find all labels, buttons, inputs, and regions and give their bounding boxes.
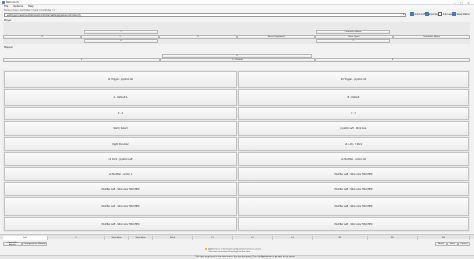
- face-open-button[interactable]: Face Open: [315, 35, 393, 39]
- row2-btn-2[interactable]: 1: [81, 35, 159, 39]
- mapping-right-9[interactable]: Modifier Left - Stick Axis TOUCHED: [238, 197, 469, 216]
- tab-8[interactable]: L3: [273, 235, 313, 240]
- mapping-left-5[interactable]: Right Shoulder: [4, 137, 237, 151]
- app-icon: [1, 1, 5, 4]
- row2-btn-1[interactable]: 0: [3, 35, 81, 39]
- chevron-down-icon[interactable]: ▾: [403, 13, 404, 16]
- status-text: Click here to go back to the main menu. …: [195, 256, 296, 259]
- player-select-button[interactable]: 1: [84, 30, 158, 34]
- minimize-icon[interactable]: –: [452, 1, 457, 5]
- mapping-left-9[interactable]: Modifier Left - Stick Axis TOUCHED: [4, 197, 237, 216]
- mapping-left-8[interactable]: Modifier Left - Stick Axis TOUCHED: [4, 182, 237, 196]
- mapping-right-3[interactable]: Y - Y: [238, 107, 469, 120]
- warning-icon: [205, 248, 208, 251]
- mapper-top-button[interactable]: 0: [162, 54, 312, 58]
- tab-11[interactable]: R3: [418, 235, 470, 240]
- mapping-left-6[interactable]: L3 Click - Joystick Left: [4, 152, 237, 166]
- tab-3[interactable]: Stick Axis: [105, 235, 129, 240]
- mapping-right-8[interactable]: Modifier Left - Stick Axis TOUCHED: [238, 182, 469, 196]
- window-title: RetroArch: [6, 1, 19, 4]
- controller-name-button-2[interactable]: Controller Name: [393, 35, 470, 39]
- mapping-left-10[interactable]: Modifier Left - Stick Axis TOUCHED: [4, 217, 237, 231]
- mapper-default-button[interactable]: 0 - Default: [160, 58, 315, 62]
- tab-1[interactable]: Left: [3, 235, 48, 240]
- status-bar: Click here to go back to the main menu. …: [0, 255, 474, 259]
- tab-bar: Left 1 Stick Axis Stick Axis Stick L1 L2…: [0, 234, 474, 240]
- player-panel: [3, 22, 470, 44]
- controller-name-button[interactable]: Controller Name: [316, 30, 390, 34]
- reset-button[interactable]: Reset: [435, 241, 447, 246]
- tab-6[interactable]: L1: [193, 235, 233, 240]
- path-input[interactable]: settings/cores/input/retropad/controller…: [4, 12, 406, 17]
- mapping-right-1[interactable]: R1 Trigger - Joystick Alt: [238, 71, 469, 88]
- mapping-right-6[interactable]: L1 Modifier - Action Alt: [238, 152, 469, 166]
- mapper-right-button[interactable]: 0: [315, 58, 470, 62]
- row2-btn-3[interactable]: 0: [159, 35, 237, 39]
- tab-10[interactable]: R2: [368, 235, 418, 240]
- mapping-left-2[interactable]: A - Default A: [4, 89, 237, 106]
- tab-2[interactable]: 1: [48, 235, 105, 240]
- configuration-manual-button[interactable]: Configuration Manual: [22, 241, 47, 246]
- row2b-btn-2[interactable]: 1: [316, 39, 390, 43]
- mapper-left-button[interactable]: 0: [3, 58, 160, 62]
- mapping-right-7[interactable]: Modifier Left - Stick Axis TOUCHED: [238, 167, 469, 181]
- save-status-checkbox[interactable]: Save Status: [452, 12, 470, 17]
- menu-bar: File Options Help: [0, 5, 474, 9]
- mapping-left-7[interactable]: L2 Modifier - Action 1: [4, 167, 237, 181]
- save-button[interactable]: Save: [447, 241, 458, 246]
- notice-line-2[interactable]: Click here to access all settings for th…: [208, 251, 250, 253]
- select-keyboard-button[interactable]: Select Keyboard: [237, 35, 315, 39]
- tab-7[interactable]: L2: [233, 235, 273, 240]
- path-row: settings/cores/input/retropad/controller…: [4, 12, 474, 17]
- tab-9[interactable]: R1: [313, 235, 368, 240]
- mapping-right-10[interactable]: Modifier Left - Stick Axis TOUCHED: [238, 217, 469, 231]
- mapping-left-4[interactable]: Start / Select: [4, 121, 237, 136]
- tab-4[interactable]: Stick Axis: [129, 235, 153, 240]
- controller-aspect-button[interactable]: Controller Aspect: [3, 241, 22, 246]
- mapping-right-4[interactable]: Joystick Left - Stick Axis: [238, 121, 469, 136]
- mapper-section-title: Mapper: [4, 46, 14, 49]
- maximize-icon[interactable]: □: [459, 1, 464, 5]
- mapping-right-5[interactable]: L1 / Alt - Y Stick: [238, 137, 469, 151]
- close-icon[interactable]: ×: [466, 1, 471, 5]
- tab-5[interactable]: Stick: [153, 235, 193, 240]
- cancel-button[interactable]: Cancel: [458, 241, 470, 246]
- row2b-btn-1[interactable]: 0: [84, 39, 158, 43]
- mapping-right-2[interactable]: B - Default: [238, 89, 469, 106]
- mapping-left-1[interactable]: L1 Trigger - Joystick Alt: [4, 71, 237, 88]
- mapping-left-3[interactable]: X - X: [4, 107, 237, 120]
